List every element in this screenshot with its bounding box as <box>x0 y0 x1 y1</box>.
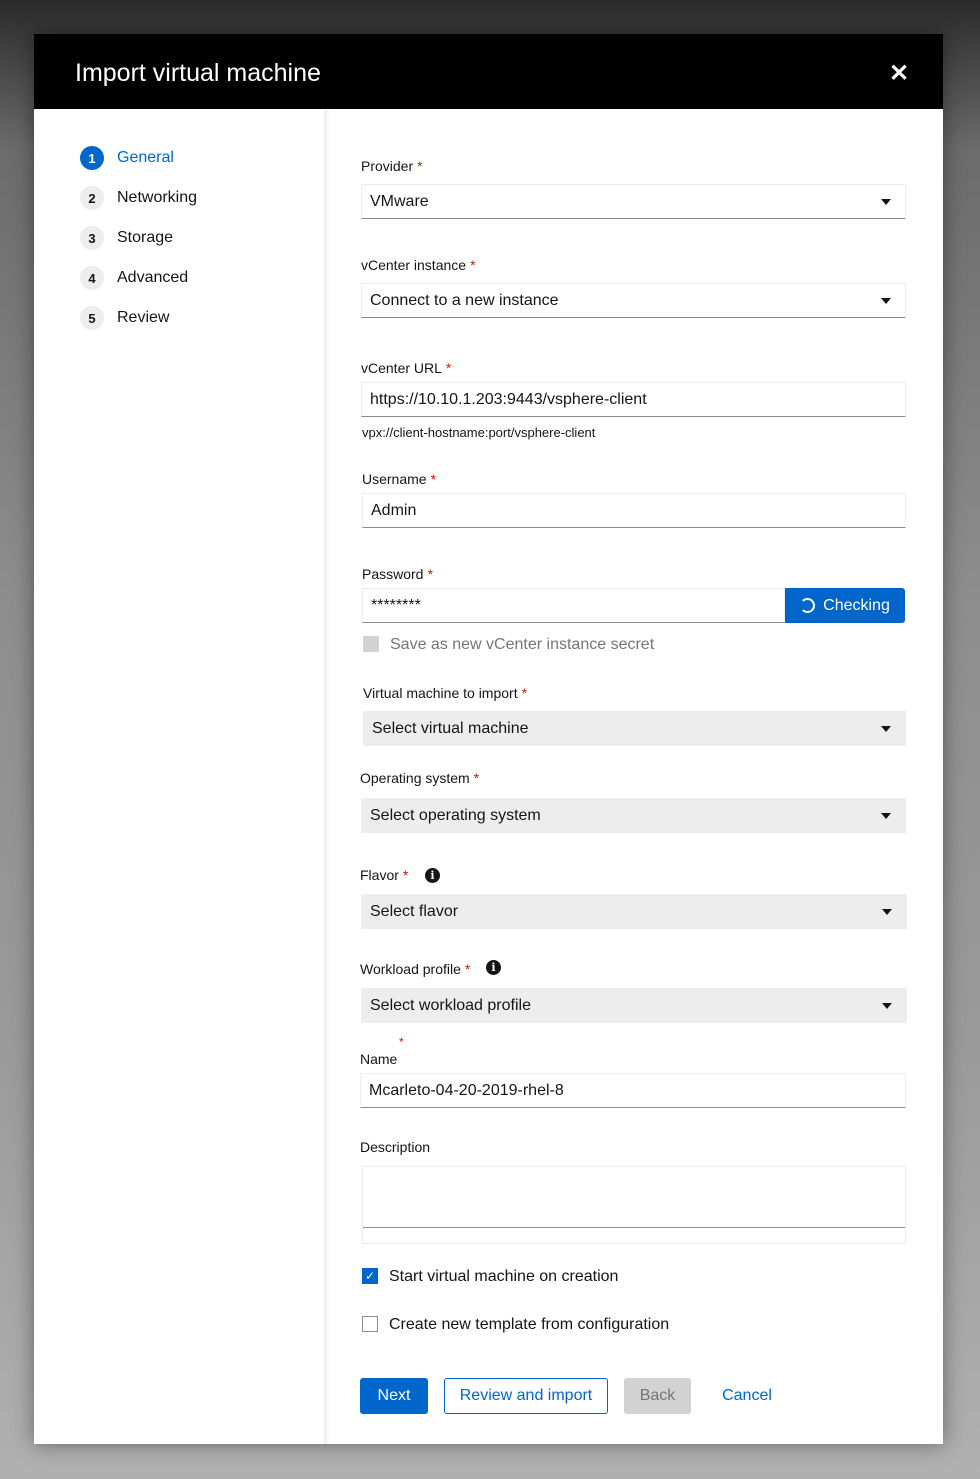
checking-label: Checking <box>823 596 890 614</box>
step-label: Advanced <box>117 269 189 286</box>
vcenter-instance-value: Connect to a new instance <box>370 291 559 309</box>
name-value: Mcarleto-04-20-2019-rhel-8 <box>369 1081 564 1099</box>
vm-to-import-select[interactable]: Select virtual machine <box>363 711 906 746</box>
close-icon[interactable]: ✕ <box>889 62 909 86</box>
required-mark: * <box>399 1035 404 1049</box>
step-label: Review <box>117 309 170 326</box>
vcenter-url-value: https://10.10.1.203:9443/vsphere-client <box>370 390 647 408</box>
cancel-button[interactable]: Cancel <box>712 1378 782 1414</box>
flavor-label: Flavor * <box>360 867 409 883</box>
caret-down-icon <box>881 726 891 732</box>
description-wrapper <box>362 1166 906 1244</box>
create-template-checkbox[interactable] <box>362 1316 378 1332</box>
provider-select[interactable]: VMware <box>361 184 906 219</box>
create-template-label: Create new template from configuration <box>389 1316 670 1333</box>
save-secret-label: Save as new vCenter instance secret <box>390 636 655 653</box>
step-number: 4 <box>80 266 104 290</box>
step-networking[interactable]: 2 Networking <box>80 186 197 210</box>
vcenter-url-helper: vpx://client-hostname:port/vsphere-clien… <box>362 425 596 440</box>
workload-profile-label: Workload profile * <box>360 961 471 977</box>
next-button[interactable]: Next <box>360 1378 428 1414</box>
step-storage[interactable]: 3 Storage <box>80 226 173 250</box>
caret-down-icon <box>882 1003 892 1009</box>
info-icon[interactable]: i <box>425 868 440 883</box>
password-value: ******** <box>371 596 421 614</box>
modal-title: Import virtual machine <box>75 59 321 87</box>
os-select[interactable]: Select operating system <box>361 798 906 833</box>
provider-value: VMware <box>370 192 429 210</box>
vcenter-instance-label: vCenter instance * <box>361 257 476 273</box>
workload-profile-select[interactable]: Select workload profile <box>361 988 907 1023</box>
caret-down-icon <box>881 298 891 304</box>
vm-to-import-label: Virtual machine to import * <box>363 685 528 701</box>
save-secret-checkbox[interactable] <box>363 636 379 652</box>
vm-placeholder: Select virtual machine <box>372 719 529 737</box>
step-label: Storage <box>117 229 174 246</box>
wizard-nav: 1 General 2 Networking 3 Storage 4 Advanced … <box>34 109 325 1444</box>
name-input[interactable]: Mcarleto-04-20-2019-rhel-8 <box>360 1073 906 1108</box>
description-label: Description <box>360 1139 431 1155</box>
step-label: General <box>117 149 174 166</box>
name-label: Name <box>360 1051 398 1067</box>
spinner-icon <box>800 598 816 613</box>
flavor-placeholder: Select flavor <box>370 902 459 920</box>
info-icon[interactable]: i <box>486 960 501 975</box>
caret-down-icon <box>882 909 892 915</box>
provider-label: Provider * <box>361 158 423 174</box>
caret-down-icon <box>881 813 891 819</box>
modal-header: Import virtual machine ✕ <box>34 34 943 109</box>
vcenter-url-label: vCenter URL * <box>361 360 452 376</box>
step-number: 3 <box>80 226 104 250</box>
os-placeholder: Select operating system <box>370 806 541 824</box>
password-label: Password * <box>362 566 433 582</box>
checking-button[interactable]: Checking <box>785 588 905 623</box>
username-input[interactable]: Admin <box>362 493 906 528</box>
description-textarea[interactable] <box>363 1167 905 1228</box>
review-and-import-button[interactable]: Review and import <box>444 1378 608 1414</box>
step-label: Networking <box>117 189 198 206</box>
caret-down-icon <box>881 199 891 205</box>
password-input[interactable]: ******** <box>362 588 785 623</box>
start-on-creation-label: Start virtual machine on creation <box>389 1268 619 1285</box>
os-label: Operating system * <box>360 770 480 786</box>
step-number: 5 <box>80 306 104 330</box>
vcenter-instance-select[interactable]: Connect to a new instance <box>361 283 906 318</box>
back-button[interactable]: Back <box>624 1378 691 1414</box>
vcenter-url-input[interactable]: https://10.10.1.203:9443/vsphere-client <box>361 382 906 417</box>
username-label: Username * <box>362 471 437 487</box>
step-number: 2 <box>80 186 104 210</box>
start-on-creation-checkbox[interactable]: ✓ <box>362 1268 378 1284</box>
flavor-select[interactable]: Select flavor <box>361 894 907 929</box>
step-advanced[interactable]: 4 Advanced <box>80 266 188 290</box>
step-number: 1 <box>80 146 104 170</box>
step-review[interactable]: 5 Review <box>80 306 169 330</box>
workload-placeholder: Select workload profile <box>370 996 531 1014</box>
username-value: Admin <box>371 501 417 519</box>
step-general[interactable]: 1 General <box>80 146 174 170</box>
